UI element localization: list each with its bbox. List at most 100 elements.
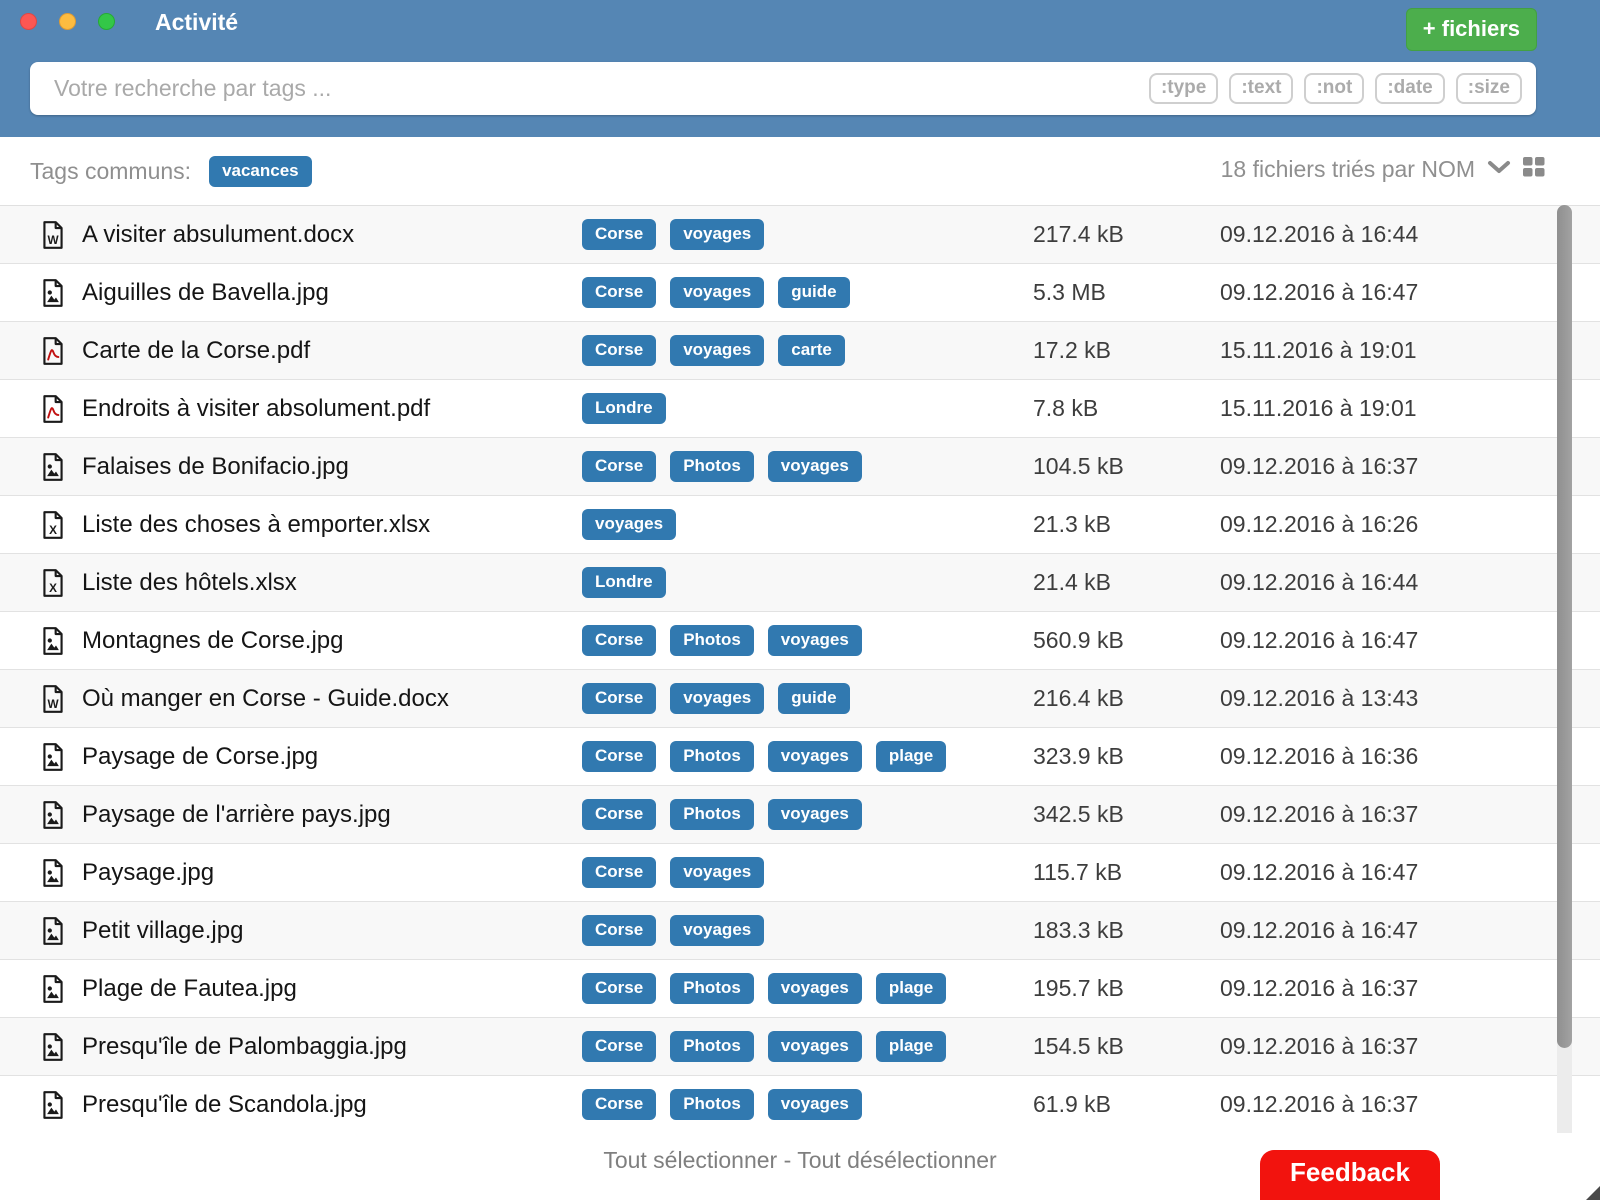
- file-row[interactable]: Petit village.jpg Corsevoyages 183.3 kB …: [0, 902, 1600, 960]
- tag-chip[interactable]: Corse: [582, 799, 656, 830]
- file-row[interactable]: Plage de Fautea.jpg CorsePhotosvoyagespl…: [0, 960, 1600, 1018]
- tag-chip[interactable]: voyages: [768, 799, 862, 830]
- tag-chip[interactable]: voyages: [768, 625, 862, 656]
- tag-chip[interactable]: Corse: [582, 1089, 656, 1120]
- file-date: 09.12.2016 à 16:37: [1212, 1091, 1418, 1118]
- file-row[interactable]: W A visiter absulument.docx Corsevoyages…: [0, 206, 1600, 264]
- tag-chip[interactable]: voyages: [582, 509, 676, 540]
- tag-chip[interactable]: Photos: [670, 1031, 754, 1062]
- tag-chip[interactable]: voyages: [670, 683, 764, 714]
- search-filter-size[interactable]: :size: [1456, 73, 1522, 104]
- tag-chip[interactable]: Londre: [582, 393, 666, 424]
- tag-chip[interactable]: Corse: [582, 857, 656, 888]
- jpg-file-icon: [40, 742, 66, 772]
- tag-chip[interactable]: Corse: [582, 741, 656, 772]
- tag-chip[interactable]: voyages: [670, 915, 764, 946]
- file-size: 216.4 kB: [1027, 685, 1212, 712]
- tag-chip[interactable]: Londre: [582, 567, 666, 598]
- file-row[interactable]: Presqu'île de Scandola.jpg CorsePhotosvo…: [0, 1076, 1600, 1133]
- tag-chip[interactable]: Photos: [670, 451, 754, 482]
- tag-chip[interactable]: voyages: [670, 277, 764, 308]
- minimize-window-icon[interactable]: [59, 13, 76, 30]
- file-row[interactable]: Aiguilles de Bavella.jpg Corse voyages gui…: [0, 264, 1600, 322]
- feedback-button[interactable]: Feedback: [1260, 1150, 1440, 1200]
- file-row[interactable]: W Où manger en Corse - Guide.docx Corsev…: [0, 670, 1600, 728]
- docx-file-icon: W: [40, 220, 66, 250]
- file-date: 09.12.2016 à 16:47: [1212, 279, 1418, 306]
- tag-chip[interactable]: Corse: [582, 451, 656, 482]
- tag-chip[interactable]: carte: [778, 335, 845, 366]
- file-row[interactable]: Paysage.jpg Corsevoyages 115.7 kB 09.12.…: [0, 844, 1600, 902]
- tag-chip[interactable]: voyages: [768, 451, 862, 482]
- window-resize-grip[interactable]: [1586, 1186, 1600, 1200]
- svg-text:W: W: [47, 234, 59, 247]
- add-files-button[interactable]: + fichiers: [1406, 8, 1537, 51]
- toolbar: Tags communs: vacances 18 fichiers triés…: [0, 137, 1600, 205]
- file-name: Endroits à visiter absolument.pdf: [82, 395, 582, 423]
- file-name: Paysage de l'arrière pays.jpg: [82, 801, 582, 829]
- file-row[interactable]: Presqu'île de Palombaggia.jpg CorsePhoto…: [0, 1018, 1600, 1076]
- tag-chip[interactable]: Corse: [582, 335, 656, 366]
- search-filter-text[interactable]: :text: [1229, 73, 1293, 104]
- search-filter-type[interactable]: :type: [1149, 73, 1218, 104]
- tag-chip[interactable]: plage: [876, 1031, 946, 1062]
- tag-chip[interactable]: vacances: [209, 156, 312, 187]
- grid-view-icon[interactable]: [1523, 156, 1545, 183]
- file-row[interactable]: Endroits à visiter absolument.pdf Londre…: [0, 380, 1600, 438]
- tag-chip[interactable]: Corse: [582, 625, 656, 656]
- tag-chip[interactable]: Corse: [582, 973, 656, 1004]
- file-tags: Corse Photos voyages: [582, 799, 1027, 830]
- tag-chip[interactable]: guide: [778, 683, 849, 714]
- tag-chip[interactable]: Corse: [582, 219, 656, 250]
- tag-chip[interactable]: voyages: [670, 219, 764, 250]
- tag-chip[interactable]: Corse: [582, 683, 656, 714]
- xlsx-file-icon: X: [40, 568, 66, 598]
- tag-chip[interactable]: voyages: [670, 335, 764, 366]
- file-date: 09.12.2016 à 16:47: [1212, 859, 1418, 886]
- tag-chip[interactable]: Photos: [670, 625, 754, 656]
- search-input[interactable]: [30, 75, 1149, 102]
- file-date: 09.12.2016 à 16:44: [1212, 221, 1418, 248]
- file-size: 154.5 kB: [1027, 1033, 1212, 1060]
- tag-chip[interactable]: Photos: [670, 973, 754, 1004]
- file-row[interactable]: Carte de la Corse.pdf Corsevoyagescarte …: [0, 322, 1600, 380]
- file-row[interactable]: Paysage de l'arrière pays.jpg Corse Photo…: [0, 786, 1600, 844]
- jpg-file-icon: [40, 452, 66, 482]
- file-name: Où manger en Corse - Guide.docx: [82, 685, 582, 713]
- close-window-icon[interactable]: [20, 13, 37, 30]
- file-row[interactable]: Falaises de Bonifacio.jpg CorsePhotosvoy…: [0, 438, 1600, 496]
- scrollbar-track[interactable]: [1557, 205, 1572, 1145]
- tag-chip[interactable]: voyages: [768, 1089, 862, 1120]
- sort-label: 18 fichiers triés par NOM: [1221, 156, 1475, 183]
- tag-chip[interactable]: Photos: [670, 1089, 754, 1120]
- scrollbar-thumb[interactable]: [1557, 205, 1572, 1048]
- tag-chip[interactable]: Corse: [582, 277, 656, 308]
- chevron-down-icon[interactable]: [1487, 159, 1511, 180]
- tag-chip[interactable]: guide: [778, 277, 849, 308]
- file-tags: Corse voyages: [582, 219, 1027, 250]
- tag-chip[interactable]: Corse: [582, 915, 656, 946]
- tag-chip[interactable]: Corse: [582, 1031, 656, 1062]
- tag-chip[interactable]: plage: [876, 741, 946, 772]
- search-filter-not[interactable]: :not: [1304, 73, 1364, 104]
- file-name: Aiguilles de Bavella.jpg: [82, 279, 582, 307]
- file-size: 17.2 kB: [1027, 337, 1212, 364]
- search-filter-chips: :type :text :not :date :size: [1149, 73, 1522, 104]
- file-tags: Corse voyages: [582, 857, 1027, 888]
- file-row[interactable]: Montagnes de Corse.jpg CorsePhotosvoyage…: [0, 612, 1600, 670]
- file-row[interactable]: X Liste des hôtels.xlsx Londre 21.4 kB 0…: [0, 554, 1600, 612]
- tag-chip[interactable]: plage: [876, 973, 946, 1004]
- file-row[interactable]: X Liste des choses à emporter.xlsx voyag…: [0, 496, 1600, 554]
- file-size: 5.3 MB: [1027, 279, 1212, 306]
- file-row[interactable]: Paysage de Corse.jpg CorsePhotosvoyagesp…: [0, 728, 1600, 786]
- tag-chip[interactable]: voyages: [670, 857, 764, 888]
- tag-chip[interactable]: Photos: [670, 799, 754, 830]
- tag-chip[interactable]: voyages: [768, 973, 862, 1004]
- tag-chip[interactable]: Photos: [670, 741, 754, 772]
- search-filter-date[interactable]: :date: [1375, 73, 1444, 104]
- tag-chip[interactable]: voyages: [768, 1031, 862, 1062]
- zoom-window-icon[interactable]: [98, 13, 115, 30]
- tag-chip[interactable]: voyages: [768, 741, 862, 772]
- file-tags: voyages: [582, 509, 1027, 540]
- file-size: 560.9 kB: [1027, 627, 1212, 654]
